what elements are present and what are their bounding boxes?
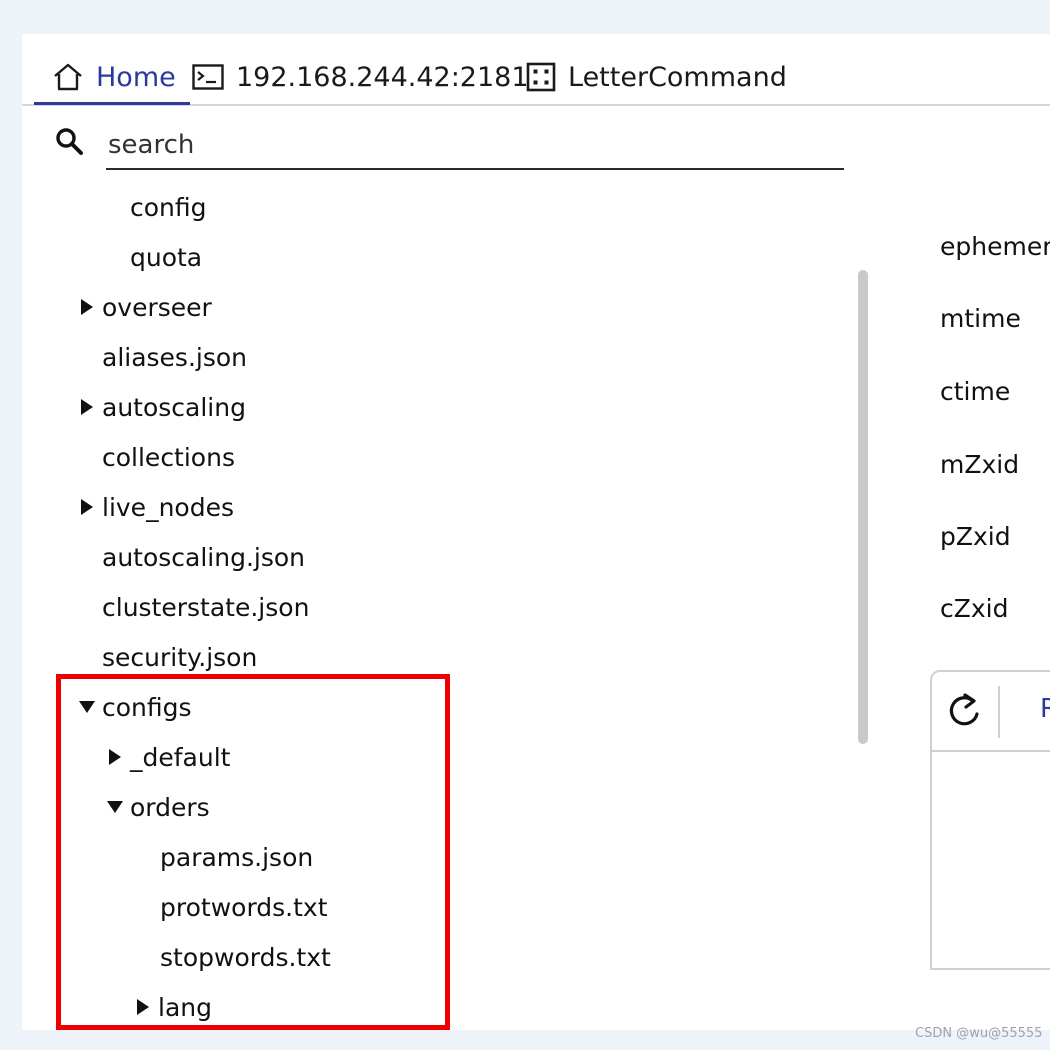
tree-node-label: clusterstate.json [102, 592, 310, 622]
tree-node-config[interactable]: config [130, 187, 207, 227]
tab-bar: Home 192.168.244.42:2181 LetterCommand [22, 34, 1050, 106]
search-bar [54, 122, 844, 172]
tree-node-label: params.json [160, 842, 314, 872]
tab-home[interactable]: Home [34, 50, 190, 105]
property-pzxid-label: pZxid [940, 522, 1011, 551]
toolbar-divider [998, 686, 1000, 738]
tree-node-params-json[interactable]: params.json [160, 837, 313, 877]
tree-node-collections[interactable]: collections [102, 437, 235, 477]
collapse-arrow-icon[interactable] [102, 801, 128, 813]
tree-node-configs[interactable]: configs [74, 687, 192, 727]
tab-home-label: Home [96, 61, 176, 93]
tree-node-orders[interactable]: orders [102, 787, 210, 827]
tree-node-aliases-json[interactable]: aliases.json [102, 337, 247, 377]
tree-node-label: config [130, 192, 207, 222]
tree-node-live-nodes[interactable]: live_nodes [74, 487, 234, 527]
tree-node-label: lang [158, 992, 212, 1022]
tree-node-label: overseer [102, 292, 212, 322]
tree-node-label: protwords.txt [160, 892, 328, 922]
refresh-icon[interactable] [946, 692, 982, 734]
tab-server-label: 192.168.244.42:2181 [236, 61, 529, 93]
tree-node-label: security.json [102, 642, 258, 672]
tree-node-autoscaling[interactable]: autoscaling [74, 387, 246, 427]
window-frame: Home 192.168.244.42:2181 LetterCommand s… [0, 0, 1050, 1050]
tree-node-lang[interactable]: lang [130, 987, 212, 1027]
tree-scrollbar[interactable] [858, 270, 868, 744]
watermark-text: CSDN @wu@55555 [915, 1026, 1043, 1041]
tree-node-label: configs [102, 692, 192, 722]
tree-node-quota[interactable]: quota [130, 237, 202, 277]
panel-tab[interactable]: R [1040, 694, 1050, 724]
tree-node-label: autoscaling [102, 392, 246, 422]
expand-arrow-icon[interactable] [74, 299, 100, 315]
tree-node-label: collections [102, 442, 235, 472]
tree-node-label: aliases.json [102, 342, 248, 372]
tab-server[interactable]: 192.168.244.42:2181 [192, 50, 529, 104]
tree-node-label: autoscaling.json [102, 542, 306, 572]
panel-toolbar: R [932, 672, 1050, 752]
expand-arrow-icon[interactable] [74, 399, 100, 415]
data-panel: R [930, 670, 1050, 970]
search-icon [54, 126, 84, 160]
tree-node-overseer[interactable]: overseer [74, 287, 212, 327]
expand-arrow-icon[interactable] [74, 499, 100, 515]
collapse-arrow-icon[interactable] [74, 701, 100, 713]
tree-node-clusterstate-json[interactable]: clusterstate.json [102, 587, 309, 627]
property-ctime-label: ctime [940, 377, 1011, 406]
tab-letter-command-label: LetterCommand [568, 61, 787, 93]
tree-node-autoscaling-json[interactable]: autoscaling.json [102, 537, 305, 577]
expand-arrow-icon[interactable] [102, 749, 128, 765]
property-mtime-label: mtime [940, 304, 1021, 333]
property-czxid-label: cZxid [940, 594, 1009, 623]
tree-node-label: live_nodes [102, 492, 234, 522]
tree-node-label: orders [130, 792, 210, 822]
tab-letter-command[interactable]: LetterCommand [526, 50, 787, 104]
search-input[interactable] [106, 122, 844, 170]
property-ephemeral-label: ephemera [940, 232, 1050, 261]
tree-node-label: _default [130, 742, 231, 772]
tree-node-protwords-txt[interactable]: protwords.txt [160, 887, 328, 927]
terminal-icon [192, 64, 224, 90]
home-icon [52, 62, 84, 92]
node-tree: config quota overseer aliases.json autos… [22, 182, 862, 1030]
tree-node-security-json[interactable]: security.json [102, 637, 257, 677]
app-window: Home 192.168.244.42:2181 LetterCommand s… [22, 34, 1050, 1030]
tree-node-default[interactable]: _default [102, 737, 230, 777]
tree-node-label: stopwords.txt [160, 942, 331, 972]
tree-node-stopwords-txt[interactable]: stopwords.txt [160, 937, 331, 977]
property-mzxid-label: mZxid [940, 450, 1020, 479]
dice-icon [526, 62, 556, 92]
tree-node-label: quota [130, 242, 203, 272]
expand-arrow-icon[interactable] [130, 999, 156, 1015]
